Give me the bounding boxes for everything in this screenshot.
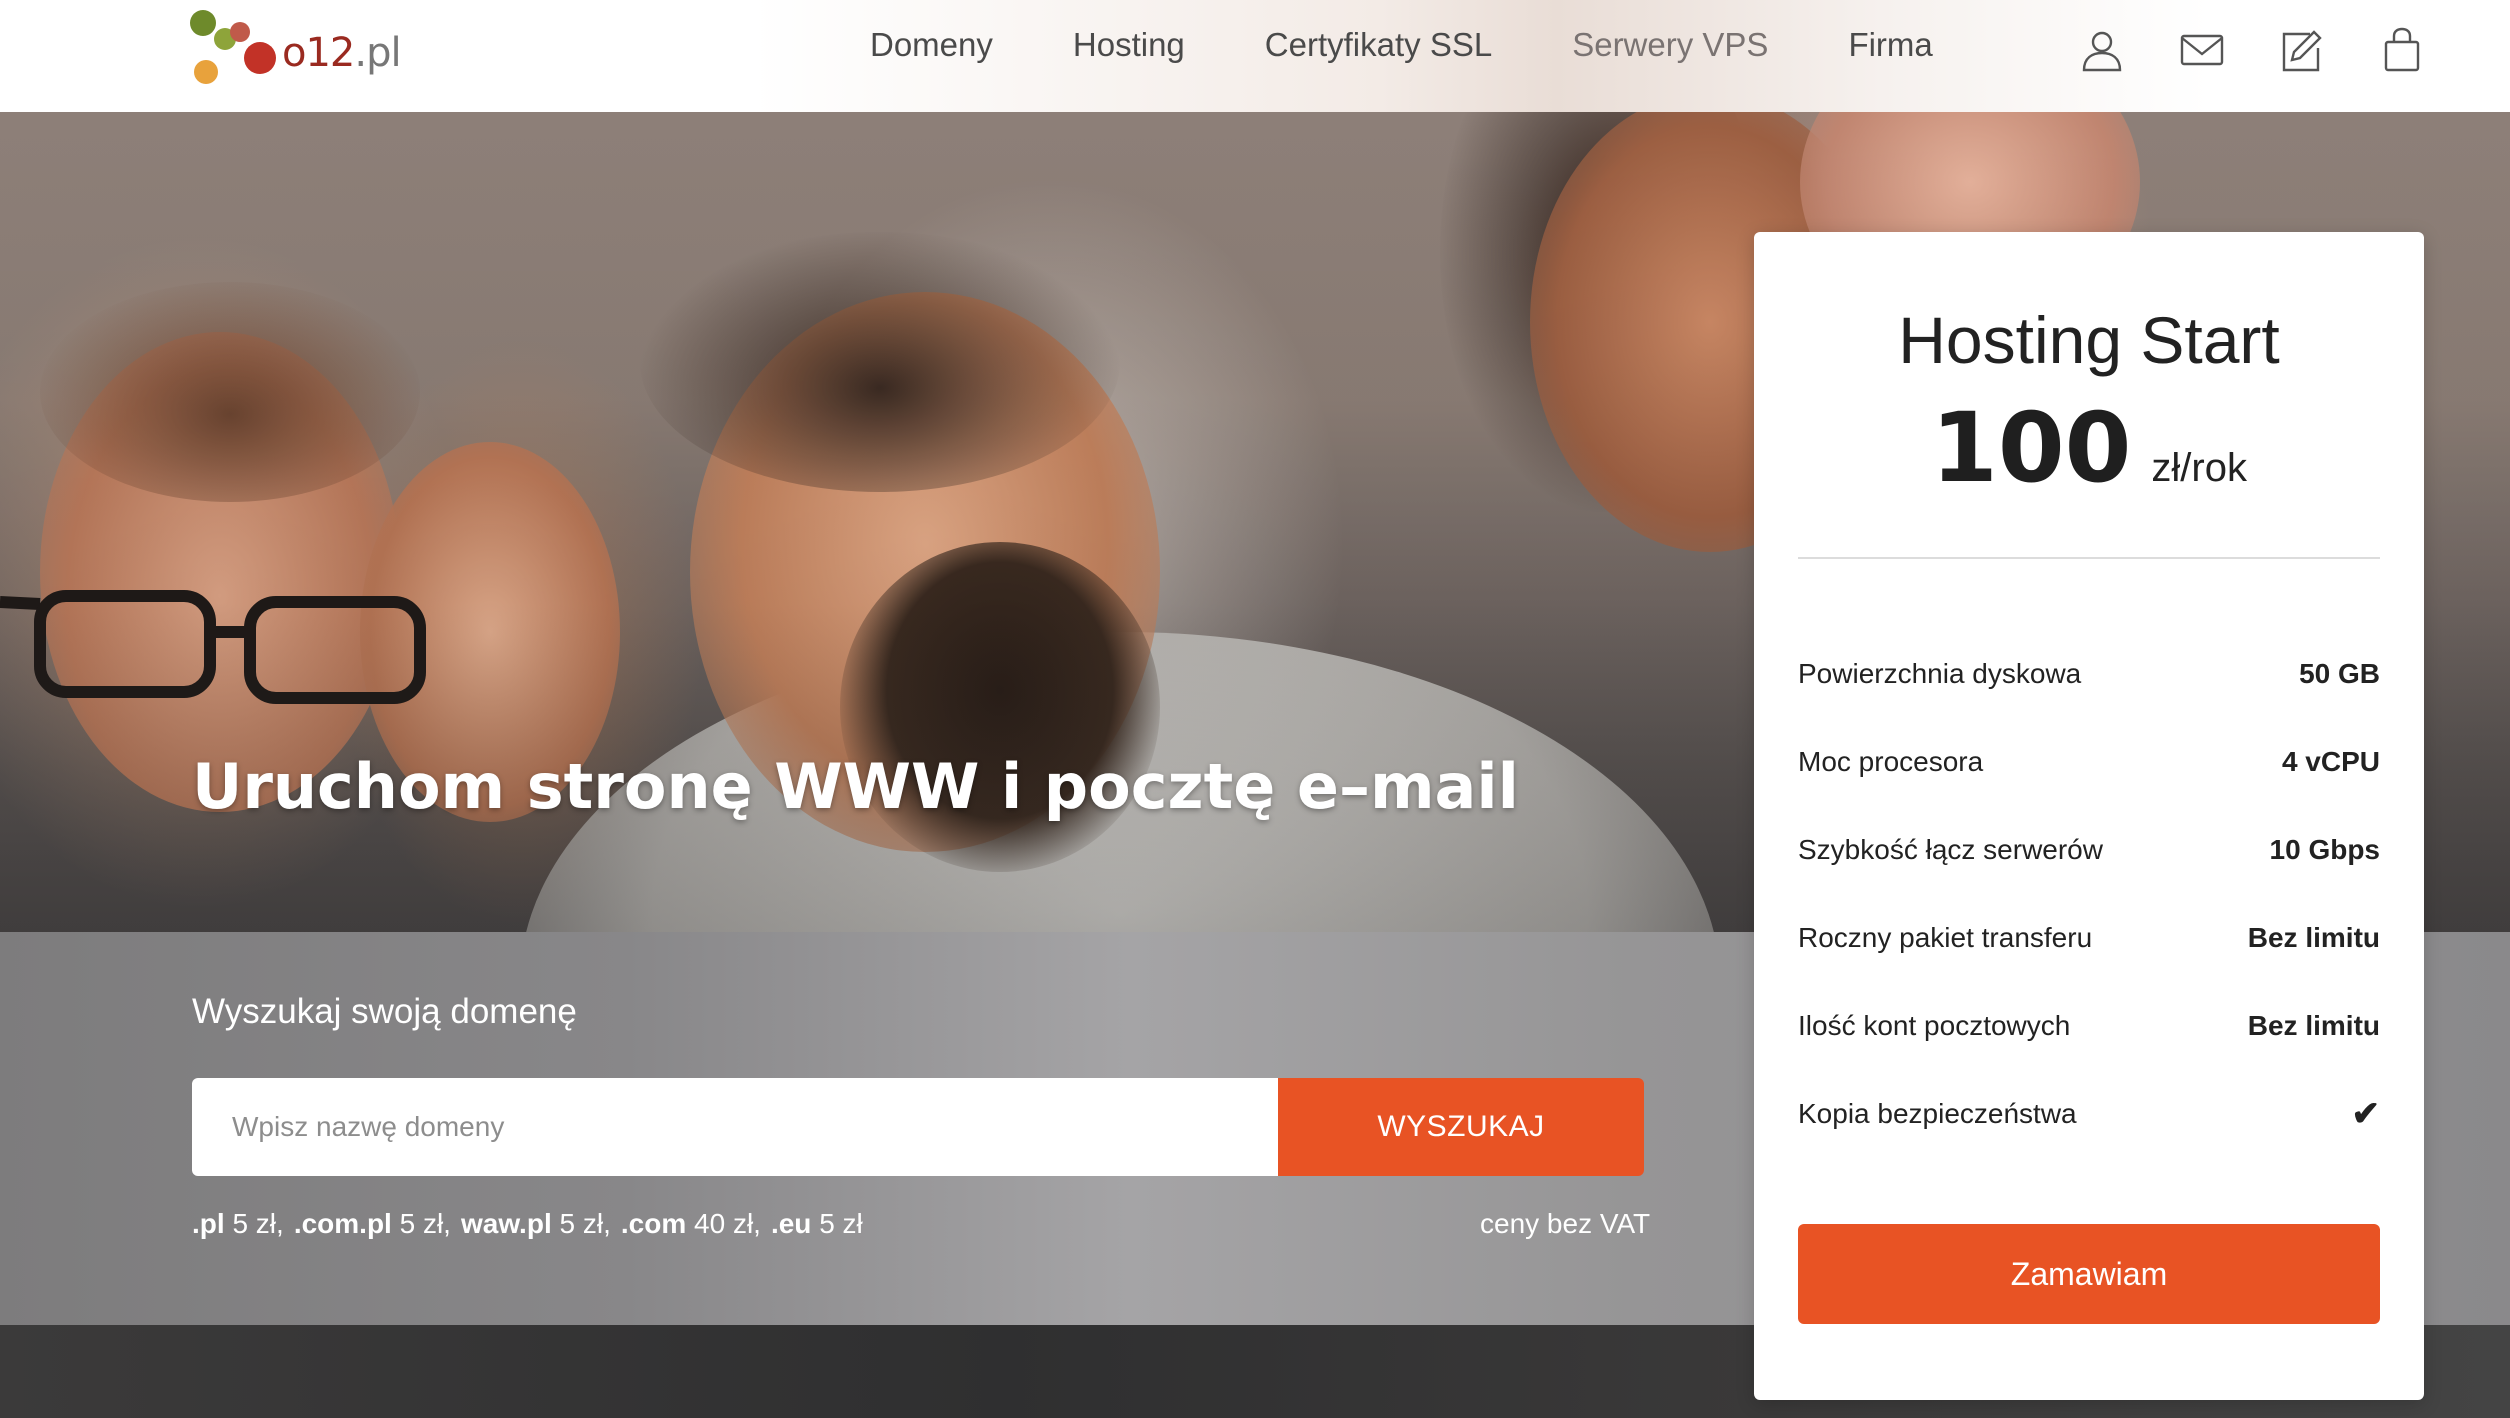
nav-item-serwery-vps[interactable]: Serwery VPS <box>1572 26 1768 64</box>
domain-price-list: .pl 5 zł, .com.pl 5 zł, waw.pl 5 zł, .co… <box>192 1208 873 1240</box>
spec-value: 4 vCPU <box>2281 746 2380 777</box>
edit-icon[interactable] <box>2278 26 2326 74</box>
spec-label: Ilość kont pocztowych <box>1798 1010 2071 1041</box>
logo-name: o12 <box>282 30 355 76</box>
spec-row: Szybkość łącz serwerów 10 Gbps <box>1798 806 2380 894</box>
hosting-plan-card: Hosting Start 100 zł/rok Powierzchnia dys… <box>1754 232 2424 1400</box>
cart-icon[interactable] <box>2378 26 2426 74</box>
main-nav: Domeny Hosting Certyfikaty SSL Serwery V… <box>870 26 2013 64</box>
domain-price: 5 zł, <box>559 1208 611 1239</box>
domain-search-button[interactable]: WYSZUKAJ <box>1278 1078 1644 1176</box>
vat-note: ceny bez VAT <box>1480 1208 1651 1239</box>
site-header: o12.pl Domeny Hosting Certyfikaty SSL Se… <box>0 0 2510 112</box>
spec-row: Roczny pakiet transferu Bez limitu <box>1798 894 2380 982</box>
domain-tld: waw.pl <box>460 1208 552 1239</box>
domain-tld: .com <box>620 1208 687 1239</box>
nav-item-firma[interactable]: Firma <box>1848 26 1932 64</box>
domain-price-item: .com 40 zł, <box>621 1208 761 1240</box>
user-icon[interactable] <box>2078 26 2126 74</box>
domain-price-item: .eu 5 zł <box>771 1208 863 1240</box>
spec-label: Powierzchnia dyskowa <box>1798 658 2082 689</box>
domain-tld: .com.pl <box>293 1208 392 1239</box>
domain-search-label: Wyszukaj swoją domenę <box>192 992 577 1031</box>
nav-item-domeny[interactable]: Domeny <box>870 26 993 64</box>
logo-dot <box>244 42 276 74</box>
logo-dot <box>230 22 250 42</box>
plan-price-unit: zł/rok <box>2151 446 2247 490</box>
spec-label: Moc procesora <box>1798 746 1984 777</box>
header-actions <box>2078 26 2426 74</box>
domain-search-input[interactable] <box>192 1078 1278 1176</box>
spec-value: 50 GB <box>2299 658 2380 689</box>
spec-value: 10 Gbps <box>2269 834 2380 865</box>
domain-price-item: .pl 5 zł, <box>192 1208 284 1240</box>
nav-item-certyfikaty-ssl[interactable]: Certyfikaty SSL <box>1265 26 1492 64</box>
hero-title: Uruchom stronę WWW i pocztę e–mail <box>192 750 1519 823</box>
plan-spec-list: Powierzchnia dyskowa 50 GB Moc procesora… <box>1798 630 2380 1158</box>
card-divider <box>1798 557 2380 559</box>
spec-value: Bez limitu <box>2247 1010 2380 1041</box>
spec-label: Roczny pakiet transferu <box>1798 922 2093 953</box>
spec-label: Szybkość łącz serwerów <box>1798 834 2103 865</box>
spec-row: Kopia bezpieczeństwa ✔ <box>1798 1070 2380 1158</box>
logo-dot <box>194 60 218 84</box>
order-button[interactable]: Zamawiam <box>1798 1224 2380 1324</box>
logo-text: o12.pl <box>282 30 402 76</box>
plan-price: 100 zł/rok <box>1754 392 2424 504</box>
mail-icon[interactable] <box>2178 26 2226 74</box>
spec-row: Moc procesora 4 vCPU <box>1798 718 2380 806</box>
domain-tld: .eu <box>770 1208 812 1239</box>
nav-item-hosting[interactable]: Hosting <box>1073 26 1185 64</box>
spec-label: Kopia bezpieczeństwa <box>1798 1098 2077 1129</box>
domain-price: 40 zł, <box>694 1208 761 1239</box>
spec-row: Powierzchnia dyskowa 50 GB <box>1798 630 2380 718</box>
domain-price: 5 zł <box>819 1208 863 1239</box>
site-logo[interactable]: o12.pl <box>190 8 410 88</box>
plan-price-amount: 100 <box>1931 392 2132 504</box>
domain-price-item: waw.pl 5 zł, <box>461 1208 611 1240</box>
domain-price: 5 zł, <box>232 1208 284 1239</box>
domain-price-item: .com.pl 5 zł, <box>294 1208 451 1240</box>
spec-value: Bez limitu <box>2247 922 2380 953</box>
plan-title: Hosting Start <box>1898 303 2280 377</box>
check-icon: ✔ <box>2351 1095 2381 1133</box>
logo-suffix: .pl <box>354 30 401 76</box>
spec-row: Ilość kont pocztowych Bez limitu <box>1798 982 2380 1070</box>
domain-price: 5 zł, <box>399 1208 451 1239</box>
logo-dot <box>190 10 216 36</box>
domain-tld: .pl <box>192 1208 225 1239</box>
